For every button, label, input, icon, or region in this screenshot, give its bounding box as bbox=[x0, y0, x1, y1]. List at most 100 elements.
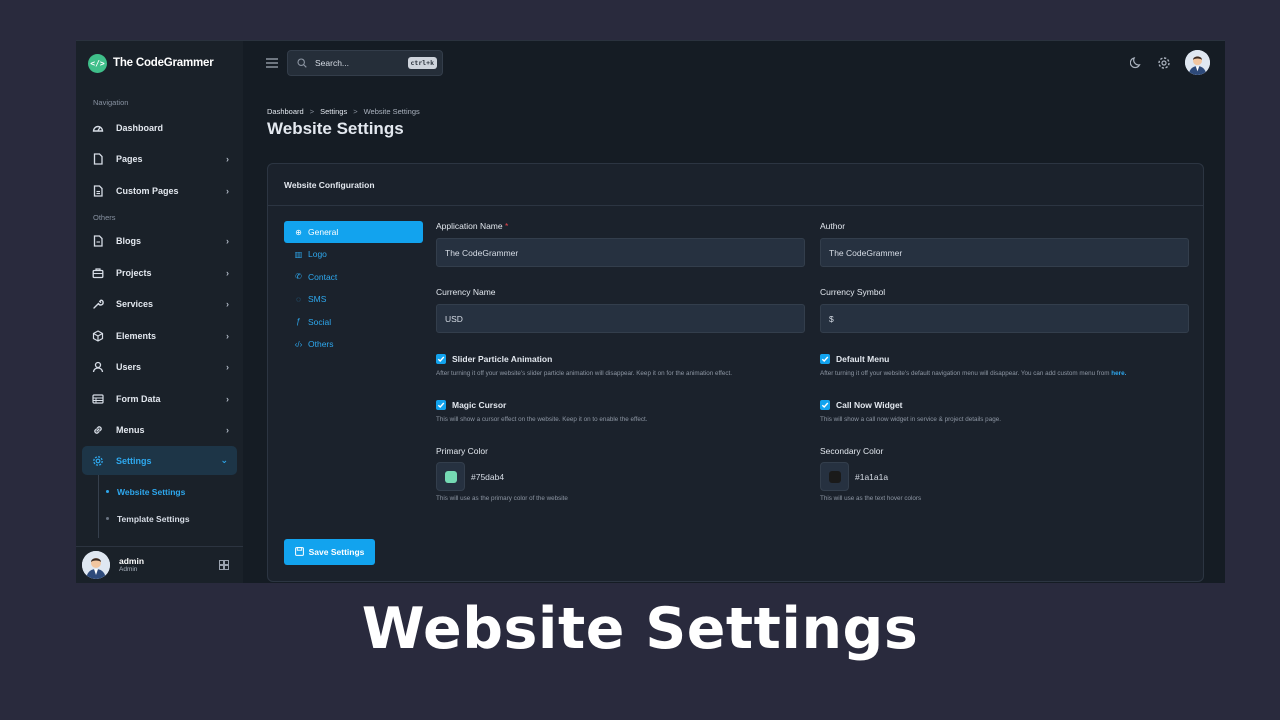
facebook-icon: ƒ bbox=[296, 317, 301, 327]
search-icon bbox=[297, 58, 307, 68]
avatar[interactable] bbox=[82, 551, 110, 579]
sidebar-item-label: Pages bbox=[116, 154, 143, 165]
tab-others[interactable]: ‹/› Others bbox=[284, 333, 423, 356]
tab-social[interactable]: ƒ Social bbox=[284, 311, 423, 334]
topbar-actions bbox=[1130, 50, 1210, 75]
breadcrumb-settings[interactable]: Settings bbox=[320, 107, 347, 116]
chevron-right-icon: › bbox=[226, 425, 229, 436]
breadcrumb-current: Website Settings bbox=[363, 107, 420, 116]
sidebar-item-users[interactable]: Users › bbox=[76, 352, 243, 384]
currency-symbol-label: Currency Symbol bbox=[820, 287, 886, 297]
search-box[interactable]: Search... ctrl+k bbox=[287, 50, 443, 76]
box-icon bbox=[92, 330, 104, 342]
sidebar-item-label: Settings bbox=[116, 455, 152, 466]
sidebar-item-custom-pages[interactable]: Custom Pages › bbox=[76, 175, 243, 207]
currency-symbol-input[interactable] bbox=[820, 304, 1189, 333]
gear-icon[interactable] bbox=[1157, 56, 1171, 70]
brand-name: The CodeGrammer bbox=[113, 57, 214, 69]
settings-tabs: ⊕ General ▥ Logo ✆ Contact ◌ SMS ƒ Socia… bbox=[284, 221, 423, 356]
chevron-right-icon: › bbox=[226, 185, 229, 196]
user-name: admin bbox=[119, 555, 145, 566]
custom-menu-link[interactable]: here. bbox=[1111, 370, 1126, 377]
save-settings-button[interactable]: Save Settings bbox=[284, 539, 375, 565]
user-icon bbox=[92, 361, 104, 373]
submenu-label: Website Settings bbox=[117, 486, 186, 497]
website-configuration-card: Website Configuration ⊕ General ▥ Logo ✆… bbox=[267, 163, 1204, 582]
tab-sms[interactable]: ◌ SMS bbox=[284, 288, 423, 311]
sidebar-item-projects[interactable]: Projects › bbox=[76, 257, 243, 289]
sidebar-item-label: Projects bbox=[116, 267, 152, 278]
submenu-website-settings[interactable]: Website Settings bbox=[98, 478, 243, 505]
secondary-color-swatch bbox=[828, 470, 841, 483]
primary-color-swatch-button[interactable] bbox=[436, 462, 465, 491]
sidebar-item-settings[interactable]: Settings ⌄ bbox=[82, 446, 237, 475]
sidebar-item-elements[interactable]: Elements › bbox=[76, 320, 243, 352]
checkbox-label: Default Menu bbox=[836, 354, 890, 364]
sidebar-item-dashboard[interactable]: Dashboard bbox=[76, 112, 243, 144]
breadcrumb: Dashboard > Settings > Website Settings bbox=[267, 107, 420, 116]
sidebar-item-services[interactable]: Services › bbox=[76, 289, 243, 321]
label-text: Application Name bbox=[436, 221, 503, 231]
main-content: Search... ctrl+k Dashboard > Settings > … bbox=[243, 41, 1225, 583]
briefcase-icon bbox=[92, 267, 104, 279]
search-input[interactable]: Search... bbox=[315, 58, 408, 68]
gear-icon bbox=[92, 455, 104, 467]
avatar[interactable] bbox=[1185, 50, 1210, 75]
checkbox-checked-icon[interactable] bbox=[820, 354, 830, 364]
checkbox-checked-icon[interactable] bbox=[820, 400, 830, 410]
app-window: </> The CodeGrammer Navigation Dashboard… bbox=[76, 40, 1225, 583]
user-role: Admin bbox=[119, 566, 138, 574]
user-info: admin Admin bbox=[119, 555, 219, 574]
moon-icon[interactable] bbox=[1130, 56, 1143, 69]
submenu-template-settings[interactable]: Template Settings bbox=[98, 505, 243, 532]
submenu-label: Template Settings bbox=[117, 513, 190, 524]
author-input[interactable] bbox=[820, 238, 1189, 267]
brand[interactable]: </> The CodeGrammer bbox=[76, 41, 243, 85]
tab-general[interactable]: ⊕ General bbox=[284, 221, 423, 243]
primary-color-value[interactable]: #75dab4 bbox=[471, 472, 504, 482]
save-icon bbox=[294, 546, 304, 558]
default-menu-toggle[interactable]: Default Menu bbox=[820, 354, 889, 364]
image-icon: ▥ bbox=[294, 249, 303, 259]
currency-name-input[interactable] bbox=[436, 304, 805, 333]
sidebar-item-label: Elements bbox=[116, 330, 157, 341]
search-shortcut-badge: ctrl+k bbox=[407, 57, 437, 69]
tab-contact[interactable]: ✆ Contact bbox=[284, 266, 423, 289]
primary-color-swatch bbox=[444, 470, 457, 483]
sidebar-item-form-data[interactable]: Form Data › bbox=[76, 383, 243, 415]
tab-logo[interactable]: ▥ Logo bbox=[284, 243, 423, 266]
call-now-widget-toggle[interactable]: Call Now Widget bbox=[820, 400, 903, 410]
tab-label: Social bbox=[308, 316, 332, 327]
sidebar-item-blogs[interactable]: Blogs › bbox=[76, 226, 243, 258]
code-logo-icon: </> bbox=[88, 53, 107, 73]
sidebar-item-label: Blogs bbox=[116, 236, 142, 247]
save-button-label: Save Settings bbox=[308, 547, 365, 557]
magic-cursor-toggle[interactable]: Magic Cursor bbox=[436, 400, 506, 410]
logout-icon[interactable] bbox=[219, 560, 229, 570]
sidebar-item-pages[interactable]: Pages › bbox=[76, 144, 243, 176]
sidebar-item-menus[interactable]: Menus › bbox=[76, 415, 243, 447]
secondary-color-value[interactable]: #1a1a1a bbox=[855, 472, 888, 482]
chevron-right-icon: › bbox=[226, 236, 229, 247]
chevron-right-icon: › bbox=[226, 299, 229, 310]
checkbox-checked-icon[interactable] bbox=[436, 354, 446, 364]
breadcrumb-separator: > bbox=[353, 107, 358, 116]
dashboard-icon bbox=[92, 122, 104, 134]
secondary-color-picker[interactable]: #1a1a1a bbox=[820, 462, 888, 491]
sidebar-item-label: Services bbox=[116, 299, 154, 310]
user-panel: admin Admin bbox=[76, 546, 243, 583]
tab-label: General bbox=[308, 227, 339, 237]
code-icon: ‹/› bbox=[294, 339, 303, 349]
slider-particle-animation-toggle[interactable]: Slider Particle Animation bbox=[436, 354, 552, 364]
application-name-input[interactable] bbox=[436, 238, 805, 267]
tab-label: Others bbox=[308, 339, 334, 350]
breadcrumb-dashboard[interactable]: Dashboard bbox=[267, 107, 304, 116]
bullet-icon bbox=[106, 517, 109, 520]
nav-heading-others: Others bbox=[93, 212, 116, 222]
secondary-color-swatch-button[interactable] bbox=[820, 462, 849, 491]
hamburger-menu-icon[interactable] bbox=[266, 58, 278, 68]
checkbox-checked-icon[interactable] bbox=[436, 400, 446, 410]
currency-name-label: Currency Name bbox=[436, 287, 496, 297]
blog-icon bbox=[92, 235, 104, 247]
primary-color-picker[interactable]: #75dab4 bbox=[436, 462, 504, 491]
